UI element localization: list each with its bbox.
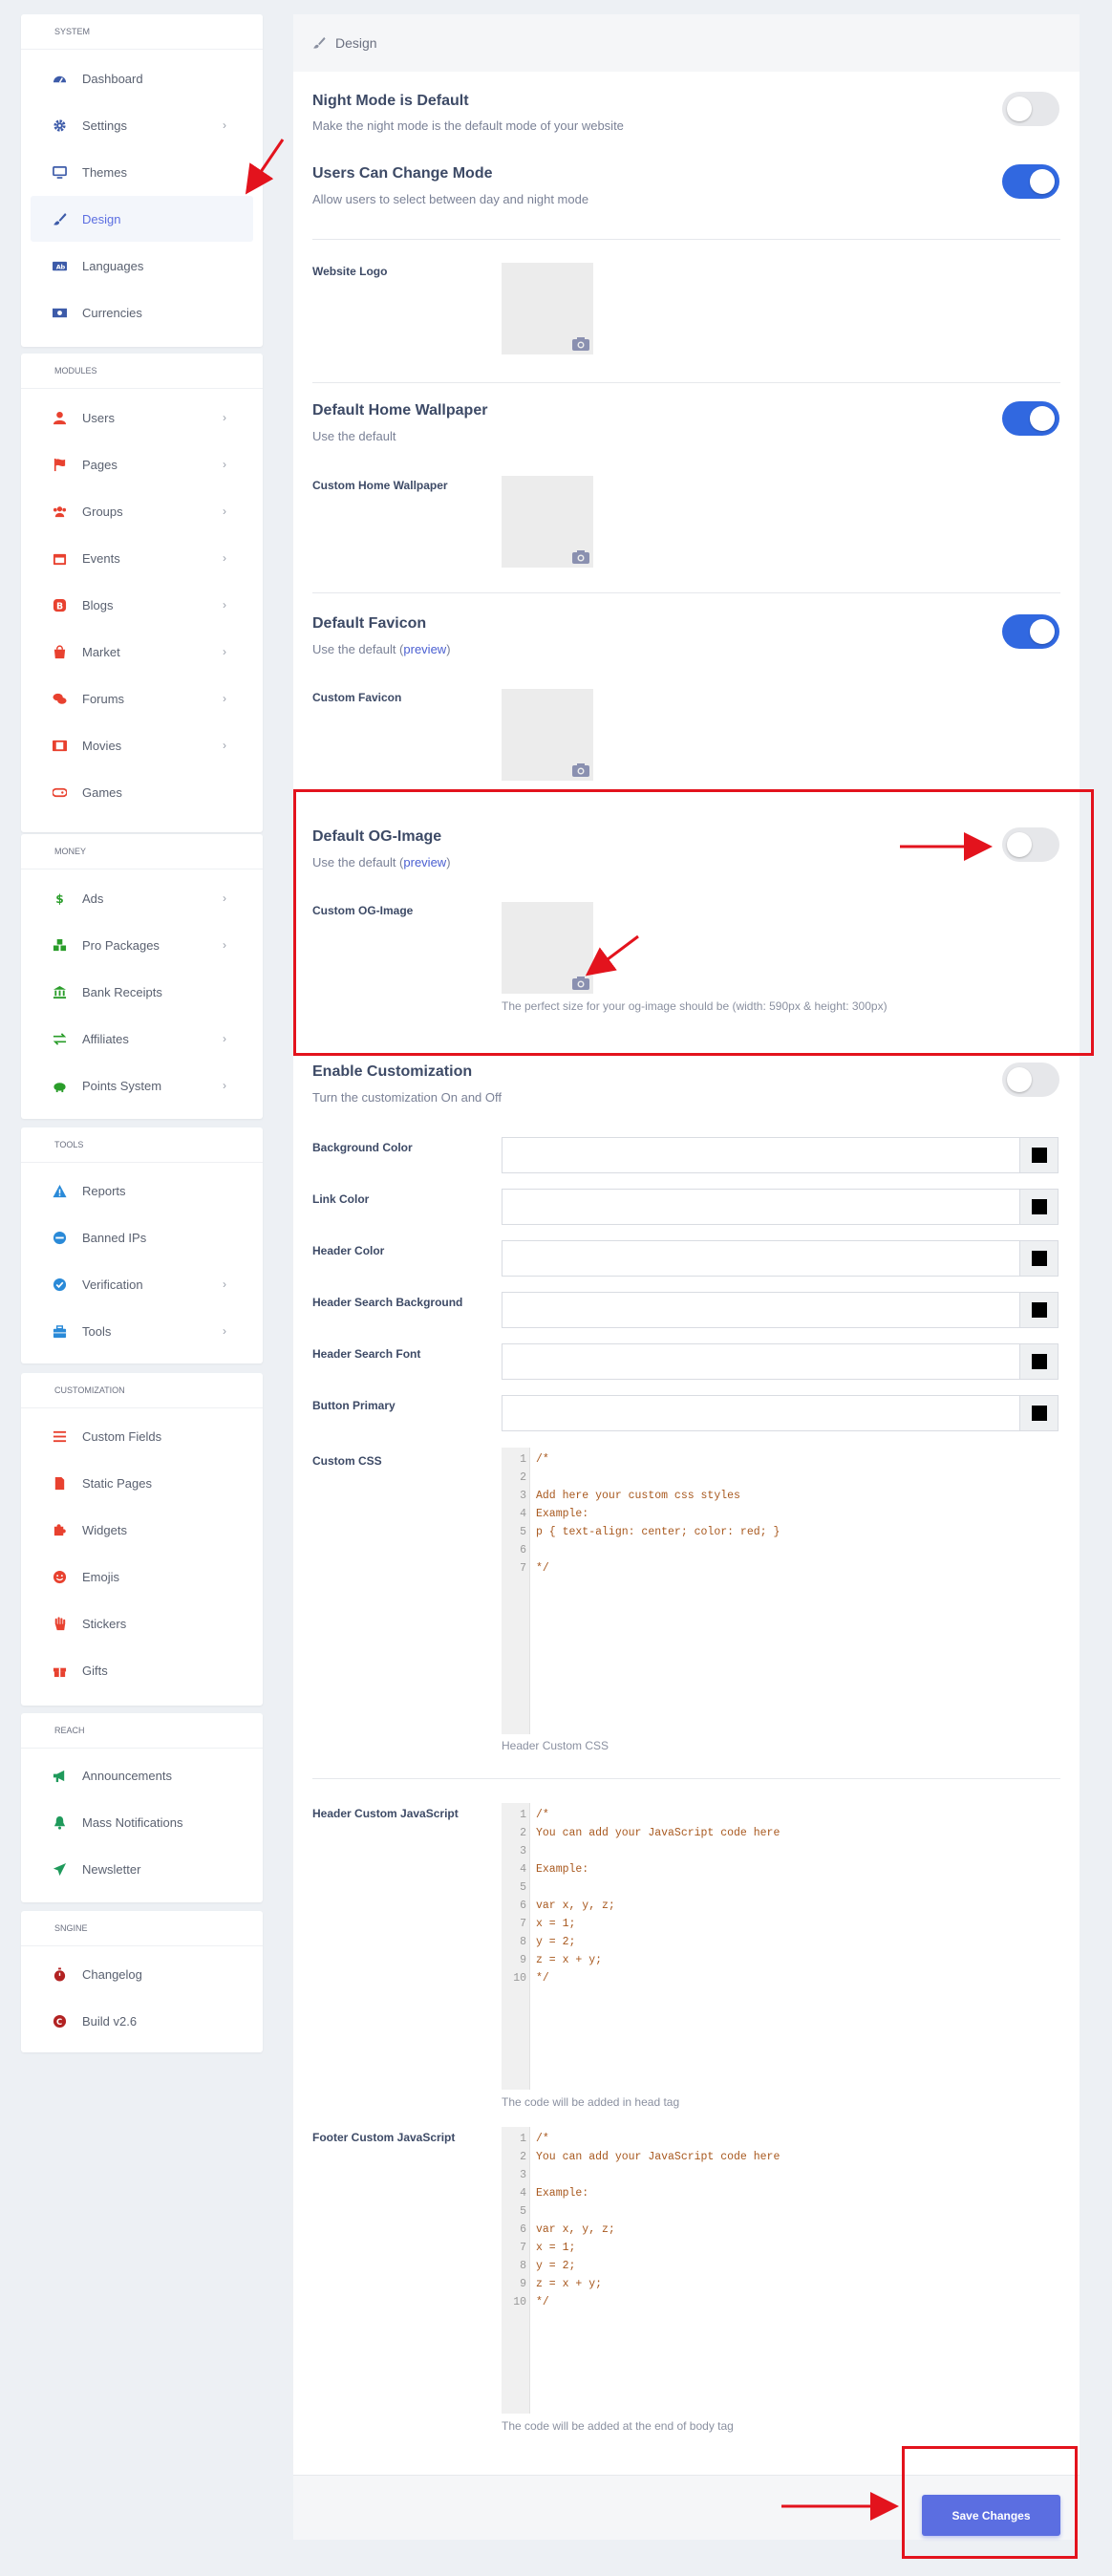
annotation-arrow-og-camera: [585, 934, 639, 977]
annotation-arrow-design: [245, 139, 285, 195]
annotation-arrows: [245, 139, 993, 2521]
